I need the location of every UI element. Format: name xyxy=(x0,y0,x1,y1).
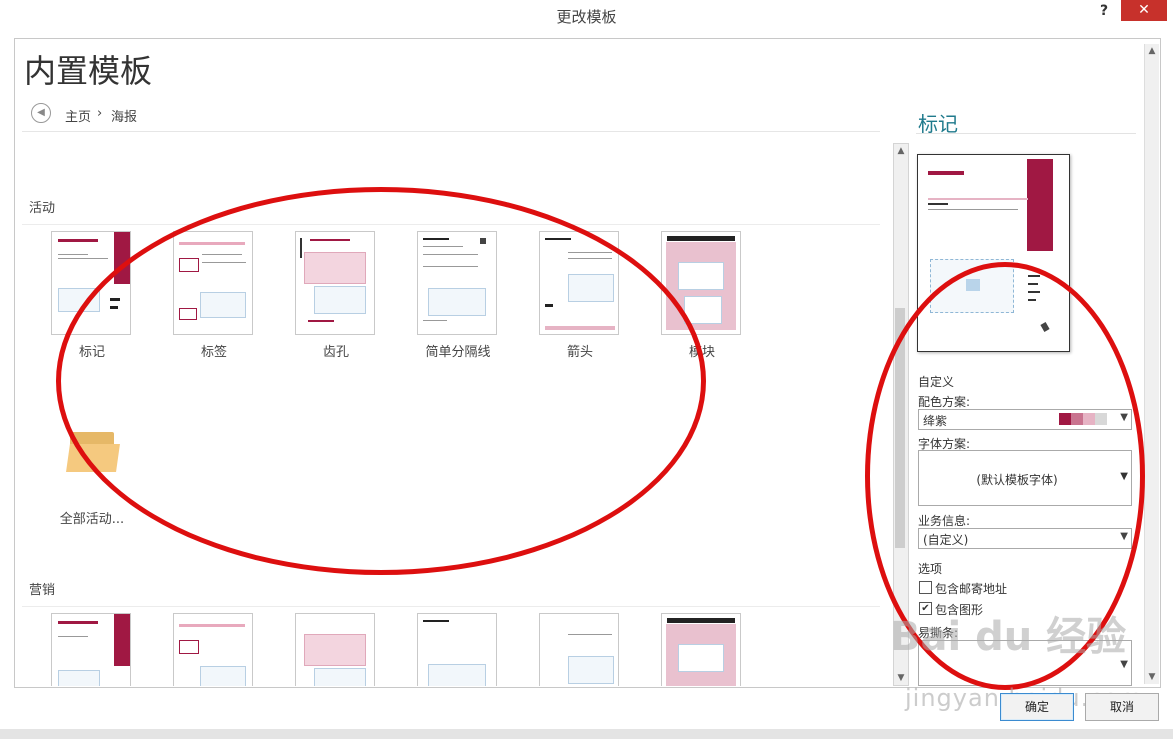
breadcrumb-home[interactable]: 主页 xyxy=(65,106,91,125)
scroll-down-icon[interactable]: ▼ xyxy=(894,671,908,685)
scroll-up-icon[interactable]: ▲ xyxy=(1145,44,1159,58)
scroll-down-icon[interactable]: ▼ xyxy=(1145,670,1159,684)
scroll-up-icon[interactable]: ▲ xyxy=(894,144,908,158)
breadcrumb-separator-icon: › xyxy=(97,106,103,121)
dialog-scrollbar[interactable]: ▲ ▼ xyxy=(1144,44,1159,684)
template-thumbnail-marketing-3[interactable] xyxy=(295,613,375,686)
template-thumbnail-marketing-6[interactable] xyxy=(661,613,741,686)
divider xyxy=(916,133,1136,134)
template-thumbnail-marketing-4[interactable] xyxy=(417,613,497,686)
taskbar xyxy=(0,729,1173,739)
breadcrumb-current: 海报 xyxy=(111,110,138,125)
cancel-button[interactable]: 取消 xyxy=(1085,693,1159,721)
section-label-marketing: 营销 xyxy=(29,583,56,598)
all-activities-link[interactable]: 全部活动... xyxy=(37,508,147,527)
close-button[interactable]: ✕ xyxy=(1121,0,1167,21)
section-divider xyxy=(22,606,880,607)
template-thumbnail-marketing-5[interactable] xyxy=(539,613,619,686)
back-arrow-icon[interactable]: ◀ xyxy=(31,103,51,123)
template-thumbnail-marketing-1[interactable] xyxy=(51,613,131,686)
template-thumbnail-marketing-2[interactable] xyxy=(173,613,253,686)
annotation-ellipse xyxy=(56,187,706,575)
divider xyxy=(22,131,880,132)
ok-button[interactable]: 确定 xyxy=(1000,693,1074,721)
page-title: 内置模板 xyxy=(24,52,153,90)
window-title: 更改模板 xyxy=(556,8,617,26)
help-button[interactable]: ? xyxy=(1100,3,1114,19)
section-label-activities: 活动 xyxy=(29,201,56,216)
watermark-logo: Bai du 经验 xyxy=(890,614,1127,660)
